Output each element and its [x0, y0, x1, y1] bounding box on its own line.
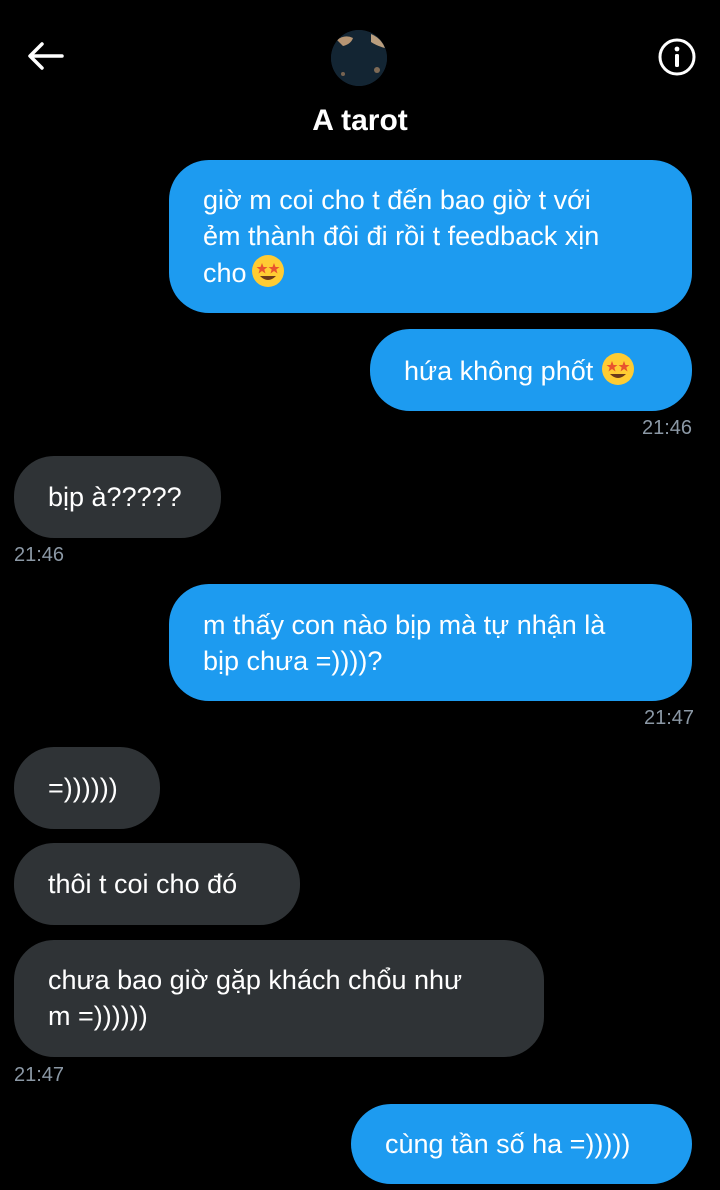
message-timestamp: 21:46 [642, 417, 693, 439]
star-struck-emoji [251, 254, 285, 288]
info-icon[interactable] [656, 36, 698, 78]
message-line: m thấy con nào bịp mà tự nhận là [203, 610, 606, 640]
message-line: m =)))))) [48, 1001, 148, 1031]
message-bubble-incoming[interactable]: thôi t coi cho đó [14, 843, 300, 925]
message-bubble-incoming[interactable]: bịp à????? [14, 456, 221, 538]
message-line: bịp chưa =))))? [203, 646, 383, 676]
message-line: bịp à????? [48, 482, 182, 512]
message-bubble-incoming[interactable]: chưa bao giờ gặp khách chổu như m =)))))… [14, 940, 544, 1057]
message-line: chưa bao giờ gặp khách chổu như [48, 965, 463, 995]
message-timestamp: 21:47 [644, 707, 695, 729]
message-line: ẻm thành đôi đi rồi t feedback xịn [203, 221, 600, 251]
message-line: thôi t coi cho đó [48, 869, 238, 899]
message-line: giờ m coi cho t đến bao giờ t với [203, 185, 591, 215]
message-line: hứa không phốt [404, 356, 594, 386]
message-bubble-outgoing[interactable]: giờ m coi cho t đến bao giờ t với ẻm thà… [169, 160, 692, 313]
message-line: cùng tần số ha =))))) [385, 1129, 631, 1159]
message-bubble-incoming[interactable]: =)))))) [14, 747, 160, 829]
message-line-with-emoji: cho [203, 254, 599, 291]
arrow-left-icon[interactable] [24, 38, 64, 78]
message-bubble-outgoing[interactable]: hứa không phốt [370, 329, 692, 411]
avatar[interactable] [331, 30, 387, 86]
message-timestamp: 21:47 [14, 1064, 65, 1086]
message-bubble-outgoing[interactable]: m thấy con nào bịp mà tự nhận là bịp chư… [169, 584, 692, 701]
message-line: =)))))) [48, 773, 118, 803]
message-bubble-outgoing[interactable]: cùng tần số ha =))))) [351, 1104, 692, 1184]
conversation-title: A tarot [312, 104, 408, 137]
chat-screen: A tarot giờ m coi cho t đến bao giờ t vớ… [0, 0, 720, 1190]
message-timestamp: 21:46 [14, 544, 65, 566]
star-struck-emoji [601, 352, 635, 386]
message-line: cho [203, 258, 247, 288]
